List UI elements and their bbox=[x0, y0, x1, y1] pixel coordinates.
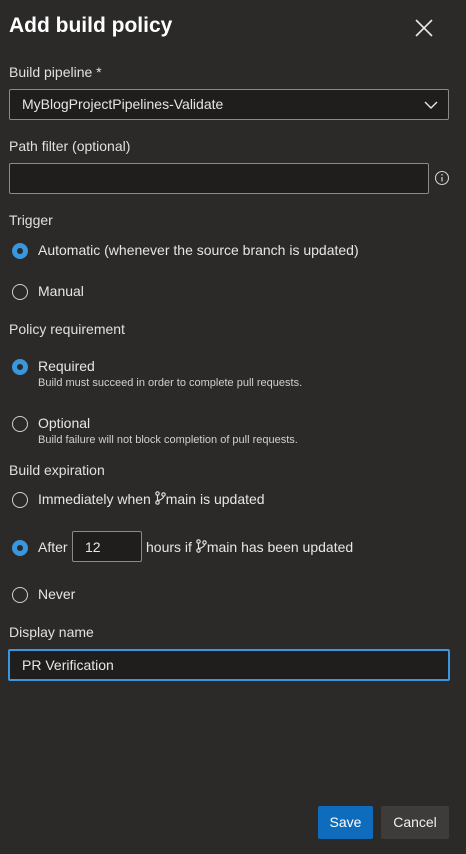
trigger-manual-radio[interactable] bbox=[12, 284, 28, 300]
policy-optional-label[interactable]: Optional bbox=[38, 415, 90, 431]
expiration-after-middle: hours if bbox=[146, 539, 192, 555]
branch-icon bbox=[154, 491, 166, 505]
save-button[interactable]: Save bbox=[318, 806, 373, 839]
close-button[interactable] bbox=[413, 17, 435, 39]
build-pipeline-select[interactable]: MyBlogProjectPipelines-Validate bbox=[9, 89, 449, 120]
cancel-button[interactable]: Cancel bbox=[381, 806, 449, 839]
policy-required-description: Build must succeed in order to complete … bbox=[38, 377, 303, 389]
expiration-immediately-label[interactable]: Immediately when main is updated bbox=[38, 491, 265, 507]
trigger-automatic-label[interactable]: Automatic (whenever the source branch is… bbox=[38, 242, 359, 258]
policy-required-radio[interactable] bbox=[12, 359, 28, 375]
policy-required-label[interactable]: Required bbox=[38, 358, 95, 374]
path-filter-label: Path filter (optional) bbox=[9, 138, 131, 154]
expiration-after-text[interactable]: hours if main has been updated bbox=[146, 539, 353, 555]
chevron-down-icon bbox=[424, 101, 438, 109]
policy-requirement-label: Policy requirement bbox=[9, 321, 125, 337]
expiration-hours-input[interactable] bbox=[72, 531, 142, 562]
build-expiration-label: Build expiration bbox=[9, 462, 105, 478]
policy-optional-radio[interactable] bbox=[12, 416, 28, 432]
close-icon bbox=[415, 19, 433, 37]
branch-icon bbox=[196, 539, 207, 553]
expiration-after-suffix: has been updated bbox=[241, 539, 354, 555]
info-icon[interactable] bbox=[434, 170, 450, 186]
expiration-never-label[interactable]: Never bbox=[38, 586, 75, 602]
expiration-after-radio[interactable] bbox=[12, 540, 28, 556]
build-pipeline-label: Build pipeline * bbox=[9, 64, 102, 80]
expiration-immediately-suffix: is updated bbox=[199, 491, 265, 507]
trigger-manual-label[interactable]: Manual bbox=[38, 283, 84, 299]
display-name-input[interactable] bbox=[8, 649, 450, 681]
trigger-automatic-radio[interactable] bbox=[12, 243, 28, 259]
expiration-immediately-radio[interactable] bbox=[12, 492, 28, 508]
path-filter-input[interactable] bbox=[9, 163, 429, 194]
expiration-after-prefix[interactable]: After bbox=[38, 539, 68, 555]
expiration-never-radio[interactable] bbox=[12, 587, 28, 603]
expiration-immediately-branch: main bbox=[165, 491, 197, 507]
display-name-label: Display name bbox=[9, 624, 94, 640]
expiration-after-branch: main bbox=[206, 539, 238, 555]
expiration-immediately-prefix: Immediately when bbox=[38, 491, 151, 507]
trigger-label: Trigger bbox=[9, 212, 53, 228]
build-pipeline-value: MyBlogProjectPipelines-Validate bbox=[22, 96, 224, 112]
dialog-title: Add build policy bbox=[9, 14, 173, 37]
policy-optional-description: Build failure will not block completion … bbox=[38, 434, 298, 446]
